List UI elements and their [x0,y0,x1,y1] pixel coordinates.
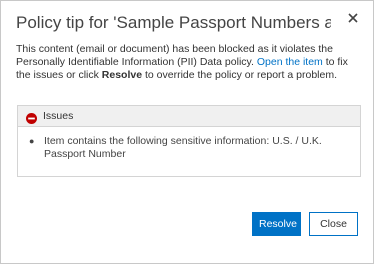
issues-header: Issues [18,106,360,127]
issue-text: Item contains the following sensitive in… [44,135,322,160]
dialog-title: Policy tip for 'Sample Passport Numbers … [16,13,331,32]
issues-title: Issues [43,110,74,122]
resolve-button[interactable]: Resolve [252,212,301,236]
close-button[interactable]: Close [309,212,358,236]
message-text-3: to override the policy or report a probl… [142,69,337,81]
policy-message: This content (email or document) has bee… [16,43,361,82]
blocked-icon [26,111,37,124]
open-item-link[interactable]: Open the item [257,56,323,68]
issues-panel: Issues ● Item contains the following sen… [17,105,361,177]
bullet-icon: ● [29,136,35,146]
resolve-keyword: Resolve [101,69,143,81]
policy-tip-dialog: Policy tip for 'Sample Passport Numbers … [0,0,374,264]
close-icon[interactable] [345,10,361,26]
